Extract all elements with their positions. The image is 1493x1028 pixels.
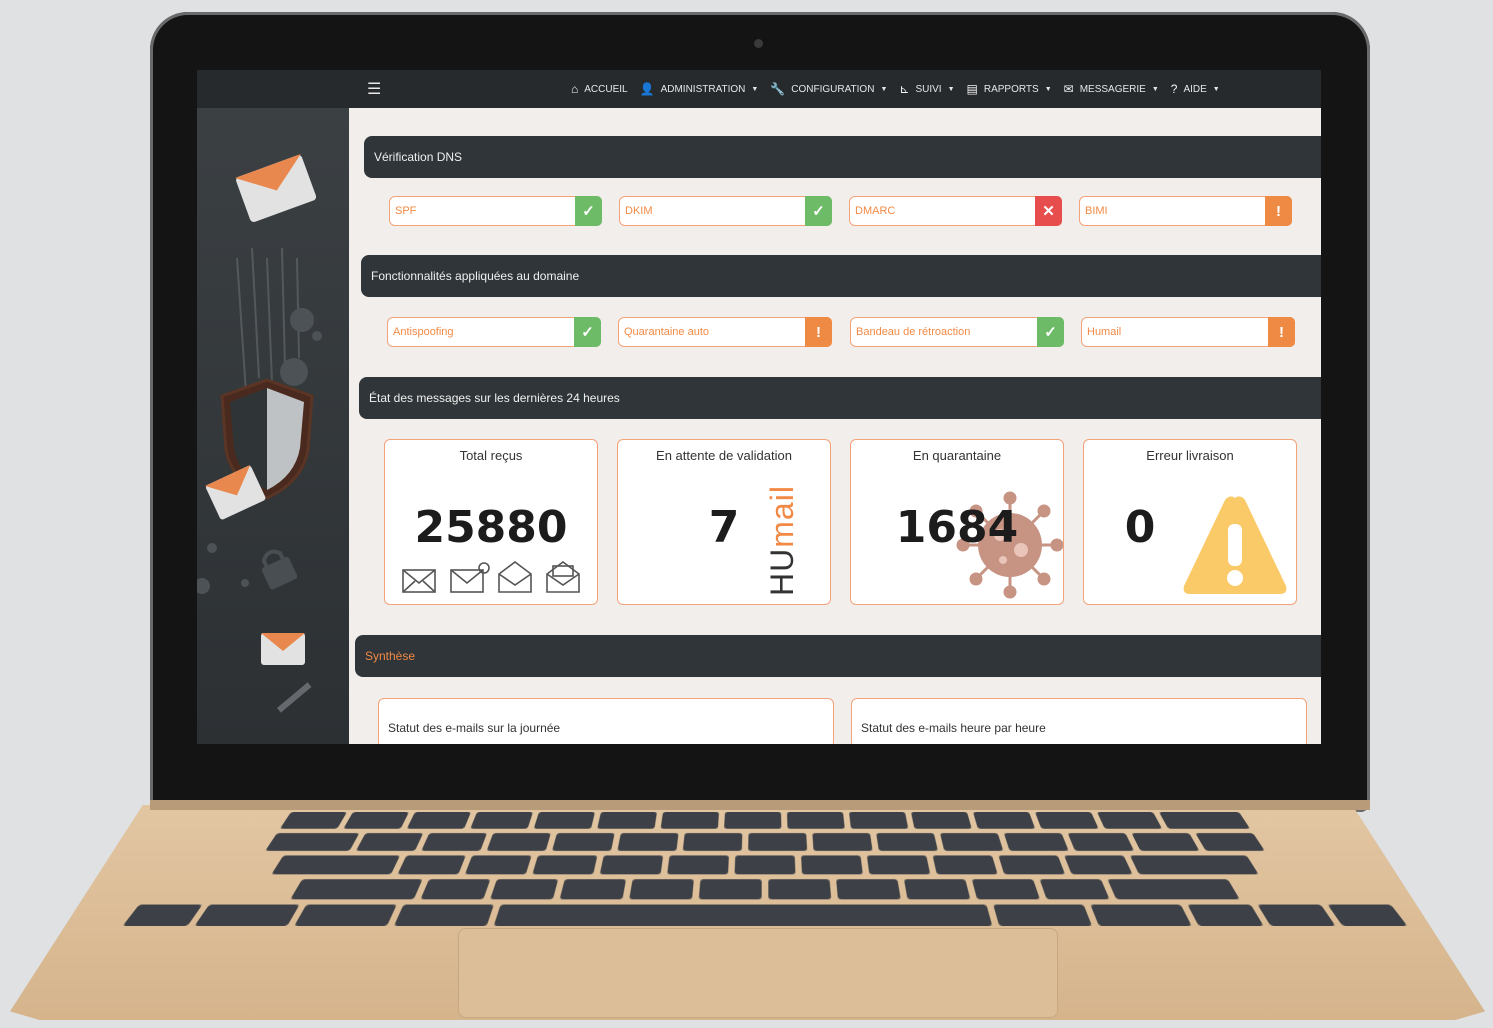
chevron-down-icon: ▼: [1212, 85, 1220, 93]
stat-card-en-attente[interactable]: En attente de validation 7 HUmail: [617, 439, 831, 605]
main-content: Vérification DNS SPF ✓ DKIM ✓ DMARC ✕ BI…: [349, 108, 1321, 744]
warning-icon: !: [805, 317, 832, 347]
nav-accueil[interactable]: ⌂ ACCUEIL: [571, 82, 628, 96]
chevron-down-icon: ▼: [1044, 85, 1052, 93]
check-icon: ✓: [805, 196, 832, 226]
panel-statut-journee: Statut des e-mails sur la journée: [378, 698, 834, 744]
home-icon: ⌂: [571, 82, 579, 96]
card-title: Total reçus: [459, 448, 523, 463]
document-icon: ▤: [966, 82, 978, 96]
nav-configuration-label: CONFIGURATION: [791, 83, 875, 95]
envelope-icon: [235, 154, 317, 222]
question-icon: ?: [1170, 82, 1178, 96]
nav-rapports[interactable]: ▤ RAPPORTS ▼: [967, 82, 1052, 96]
envelopes-icon: [402, 561, 580, 593]
section-messages-title: État des messages sur les dernières 24 h…: [369, 391, 620, 405]
chart-icon: ⊾: [899, 82, 910, 96]
card-title: En quarantaine: [912, 448, 1002, 463]
main-menu: ⌂ ACCUEIL 👤 ADMINISTRATION ▼ 🔧 CONFIGURA…: [571, 82, 1220, 96]
card-title: En attente de validation: [656, 448, 792, 463]
chevron-down-icon: ▼: [947, 85, 955, 93]
stat-card-en-quarantaine[interactable]: En quarantaine 1684: [850, 439, 1064, 605]
section-features-header: Fonctionnalités appliquées au domaine: [361, 255, 1321, 297]
card-value: 25880: [414, 502, 568, 553]
dns-check-bimi[interactable]: BIMI !: [1079, 196, 1292, 226]
panel-title: Statut des e-mails sur la journée: [388, 721, 561, 735]
nav-suivi-label: SUIVI: [915, 83, 942, 95]
feature-quarantaine-auto[interactable]: Quarantaine auto !: [618, 317, 832, 347]
feature-antispoofing[interactable]: Antispoofing ✓: [387, 317, 601, 347]
sidebar: [197, 108, 349, 744]
dns-check-label: BIMI: [1085, 205, 1108, 217]
nav-configuration[interactable]: 🔧 CONFIGURATION ▼: [770, 82, 887, 96]
nav-rapports-label: RAPPORTS: [983, 83, 1039, 95]
feature-label: Humail: [1087, 326, 1122, 338]
envelope-icon: ✉: [1063, 82, 1074, 96]
laptop-hinge: [150, 800, 1370, 810]
nav-administration[interactable]: 👤 ADMINISTRATION ▼: [640, 82, 759, 96]
nav-suivi[interactable]: ⊾ SUIVI ▼: [899, 82, 954, 96]
section-synthese-title: Synthèse: [365, 649, 416, 663]
chevron-down-icon: ▼: [751, 85, 759, 93]
card-value: 1684: [895, 502, 1019, 553]
nav-aide-label: AIDE: [1183, 83, 1207, 95]
check-icon: ✓: [1037, 317, 1064, 347]
top-navbar: ☰ ⌂ ACCUEIL 👤 ADMINISTRATION ▼ 🔧 CONFIGU…: [197, 70, 1321, 108]
section-features-title: Fonctionnalités appliquées au domaine: [371, 269, 580, 283]
cross-icon: ✕: [1035, 196, 1062, 226]
feature-label: Bandeau de rétroaction: [856, 326, 971, 338]
feature-label: Quarantaine auto: [624, 326, 710, 338]
dns-check-spf[interactable]: SPF ✓: [389, 196, 602, 226]
warning-icon: !: [1268, 317, 1295, 347]
section-synthese-header: Synthèse: [355, 635, 1321, 677]
card-value: 7: [708, 502, 740, 553]
wrench-icon: 🔧: [770, 82, 786, 96]
sidebar-illustration: [197, 154, 322, 713]
nav-messagerie-label: MESSAGERIE: [1079, 83, 1146, 95]
chevron-down-icon: ▼: [880, 85, 888, 93]
feature-bandeau-retroaction[interactable]: Bandeau de rétroaction ✓: [850, 317, 1064, 347]
app-screen: ☰ ⌂ ACCUEIL 👤 ADMINISTRATION ▼ 🔧 CONFIGU…: [197, 70, 1321, 744]
panel-statut-heure: Statut des e-mails heure par heure: [851, 698, 1307, 744]
dns-check-label: DMARC: [855, 205, 896, 217]
user-gear-icon: 👤: [639, 82, 655, 96]
feature-humail[interactable]: Humail !: [1081, 317, 1295, 347]
webcam: [754, 39, 763, 48]
keyboard: [0, 812, 1493, 926]
panel-title: Statut des e-mails heure par heure: [861, 721, 1046, 735]
stat-card-total-recus[interactable]: Total reçus 25880: [384, 439, 598, 605]
dns-check-dkim[interactable]: DKIM ✓: [619, 196, 832, 226]
lock-icon: [261, 549, 298, 590]
card-title: Erreur livraison: [1146, 448, 1234, 463]
nav-administration-label: ADMINISTRATION: [660, 83, 746, 95]
section-dns-title: Vérification DNS: [374, 150, 463, 164]
envelope-icon: [261, 633, 305, 665]
feature-label: Antispoofing: [393, 326, 454, 338]
stat-card-erreur-livraison[interactable]: Erreur livraison 0: [1083, 439, 1297, 605]
dns-check-label: DKIM: [625, 205, 653, 217]
check-icon: ✓: [574, 317, 601, 347]
hamburger-menu-icon[interactable]: ☰: [367, 79, 381, 99]
card-value: 0: [1124, 502, 1156, 553]
check-icon: ✓: [575, 196, 602, 226]
dns-check-dmarc[interactable]: DMARC ✕: [849, 196, 1062, 226]
section-dns-header: Vérification DNS: [364, 136, 1321, 178]
warning-icon: !: [1265, 196, 1292, 226]
touchpad: [458, 928, 1058, 1018]
chevron-down-icon: ▼: [1151, 85, 1159, 93]
nav-accueil-label: ACCUEIL: [584, 83, 628, 95]
nav-aide[interactable]: ? AIDE ▼: [1171, 82, 1220, 96]
section-messages-header: État des messages sur les dernières 24 h…: [359, 377, 1321, 419]
key-icon: [277, 682, 312, 713]
nav-messagerie[interactable]: ✉ MESSAGERIE ▼: [1064, 82, 1159, 96]
dns-check-label: SPF: [395, 205, 417, 217]
